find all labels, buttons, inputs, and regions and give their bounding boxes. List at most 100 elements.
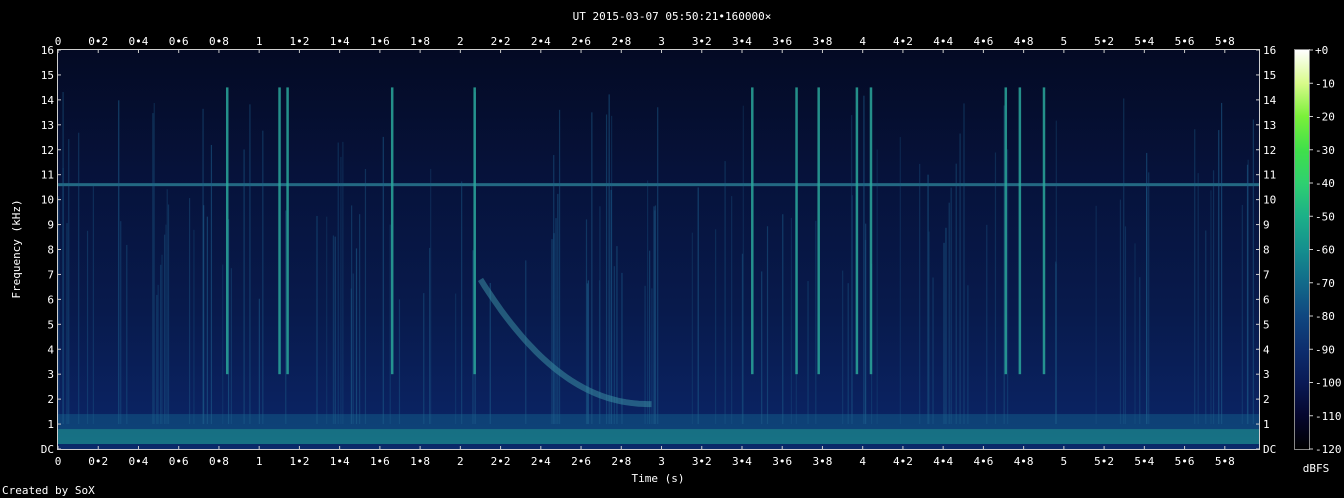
y-tick-label-right: 6 — [1263, 293, 1270, 306]
faint-spike — [428, 247, 431, 425]
faint-spike — [153, 103, 155, 425]
faint-spike — [967, 285, 969, 425]
y-tick-label-right: 14 — [1263, 94, 1277, 107]
y-tick-label-right: 4 — [1263, 343, 1270, 356]
faint-spike — [1247, 159, 1249, 425]
y-tick-label-right: 2 — [1263, 393, 1270, 406]
faint-spike — [461, 181, 463, 425]
x-tick-label-bottom: 0•8 — [209, 455, 229, 468]
y-tick-label-left: 4 — [47, 343, 54, 356]
y-tick-label-right: 7 — [1263, 268, 1270, 281]
y-tick-label-left: 9 — [47, 219, 54, 232]
y-tick-label-left: 8 — [47, 244, 54, 257]
faint-spike — [206, 216, 208, 425]
faint-spike — [489, 283, 491, 425]
y-tick-label-left: DC — [41, 443, 54, 456]
colorbar-tick-label: -70 — [1315, 277, 1335, 290]
faint-spike — [389, 224, 391, 425]
x-tick-label-top: 3•4 — [732, 35, 752, 48]
persistent-band — [58, 183, 1259, 187]
faint-spike — [919, 163, 921, 425]
colorbar-tick-label: -110 — [1315, 410, 1342, 423]
x-tick-label-bottom: 3 — [658, 455, 665, 468]
faint-spike — [1218, 130, 1220, 425]
bright-spike — [286, 87, 289, 375]
bright-spike — [1018, 87, 1022, 375]
bright-spike — [855, 87, 859, 375]
x-tick-label-bottom: 4•8 — [1014, 455, 1034, 468]
faint-spike — [68, 139, 70, 425]
x-tick-label-top: 3•6 — [772, 35, 792, 48]
faint-spike — [1205, 230, 1207, 425]
faint-spike — [1210, 190, 1212, 425]
x-tick-label-top: 2•8 — [611, 35, 631, 48]
x-tick-label-top: 5•4 — [1134, 35, 1154, 48]
spectrogram-background — [58, 50, 1259, 449]
x-tick-label-bottom: 1•2 — [289, 455, 309, 468]
x-axis-label: Time (s) — [632, 472, 685, 485]
faint-spike — [152, 113, 154, 425]
faint-spike — [262, 130, 264, 425]
x-tick-label-top: 3 — [658, 35, 665, 48]
y-tick-label-right: 5 — [1263, 318, 1270, 331]
created-by-credit: Created by SoX — [2, 484, 95, 497]
faint-spike — [948, 202, 950, 425]
colorbar-tick-label: +0 — [1315, 44, 1328, 57]
faint-spike — [558, 109, 561, 425]
faint-spike — [1146, 152, 1148, 425]
faint-spike — [166, 189, 168, 425]
bright-spike — [795, 87, 798, 375]
faint-spike — [731, 196, 733, 425]
x-tick-label-bottom: 4•2 — [893, 455, 913, 468]
faint-spike — [337, 142, 339, 425]
spectrogram-chart: UT 2015-03-07 05:50:21•160000× 0 0 0•2 0•2 0… — [10, 10, 1342, 485]
x-tick-label-bottom: 3•6 — [772, 455, 792, 468]
faint-spike — [782, 214, 784, 425]
y-tick-label-left: 7 — [47, 268, 54, 281]
y-tick-label-left: 6 — [47, 293, 54, 306]
faint-spike — [551, 239, 553, 425]
y-tick-label-right: 1 — [1263, 418, 1270, 431]
x-tick-label-top: 0•4 — [129, 35, 149, 48]
faint-spike — [332, 235, 334, 425]
x-tick-label-bottom: 5 — [1061, 455, 1068, 468]
faint-spike — [605, 114, 608, 425]
faint-spike — [1221, 102, 1223, 425]
faint-spike — [58, 196, 60, 425]
chart-title: UT 2015-03-07 05:50:21•160000× — [573, 10, 772, 23]
y-tick-label-right: DC — [1263, 443, 1276, 456]
x-tick-label-top: 4•8 — [1014, 35, 1034, 48]
y-tick-label-left: 3 — [47, 368, 54, 381]
faint-spike — [851, 195, 853, 425]
faint-spike — [865, 223, 867, 425]
faint-spike — [355, 248, 358, 425]
faint-spike — [222, 264, 224, 425]
colorbar-tick-label: -30 — [1315, 144, 1335, 157]
colorbar-tick-label: -90 — [1315, 343, 1335, 356]
faint-spike — [78, 132, 80, 425]
faint-spike — [1148, 172, 1150, 425]
bright-spike — [390, 87, 394, 375]
x-tick-label-top: 0•2 — [88, 35, 108, 48]
faint-spike — [249, 104, 251, 425]
bright-spike — [817, 87, 820, 375]
x-tick-label-bottom: 0•4 — [129, 455, 149, 468]
faint-spike — [334, 236, 336, 425]
faint-spike — [342, 141, 344, 425]
x-tick-label-bottom: 1•6 — [370, 455, 390, 468]
y-tick-label-left: 15 — [41, 69, 54, 82]
faint-spike — [1212, 170, 1215, 425]
y-tick-label-left: 10 — [41, 194, 54, 207]
faint-spike — [193, 229, 195, 425]
x-tick-label-top: 0•8 — [209, 35, 229, 48]
faint-spike — [118, 100, 120, 425]
faint-spike — [165, 224, 167, 425]
faint-spike — [243, 149, 245, 425]
y-tick-label-right: 9 — [1263, 219, 1270, 232]
x-tick-label-top: 1•8 — [410, 35, 430, 48]
faint-spike — [326, 216, 328, 425]
faint-spike — [955, 163, 957, 425]
y-tick-label-right: 10 — [1263, 194, 1276, 207]
x-tick-label-bottom: 4•4 — [933, 455, 953, 468]
x-tick-label-top: 0•6 — [169, 35, 189, 48]
